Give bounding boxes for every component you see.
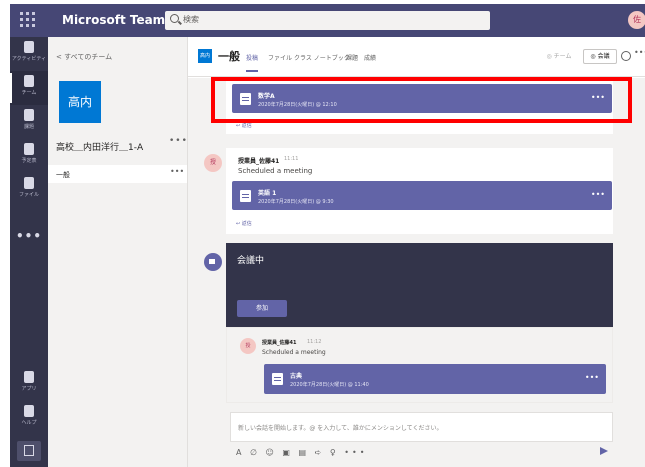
rail-item-label: 課題 — [23, 124, 34, 130]
teams-panel: < すべてのチーム 高内 高校＿内田洋行＿1-A ••• 一般 ••• — [48, 37, 188, 467]
feed-scrollbar[interactable] — [628, 78, 645, 467]
meeting-more-button[interactable]: ••• — [591, 190, 605, 199]
tab-assignments[interactable]: 課題 — [346, 53, 358, 62]
post-author: 授業員_佐藤41 — [238, 158, 280, 165]
rail-item-label: ヘルプ — [21, 420, 37, 426]
join-button[interactable]: 参加 — [237, 300, 287, 317]
search-icon — [170, 14, 179, 23]
channel-more-button[interactable]: ••• — [170, 167, 184, 176]
rail-item-label: 予定表 — [21, 158, 37, 164]
meeting-title: 古典 — [290, 373, 303, 380]
team-badge: 高内 — [198, 49, 212, 63]
rail-item-assignments[interactable]: 課題 — [10, 105, 48, 139]
compose-toolbar[interactable]: A ∅ ☺ ▣ ▤ ➪ ♀ ••• — [236, 448, 367, 457]
active-tab-indicator — [246, 70, 258, 72]
meeting-more-button[interactable]: ••• — [585, 373, 599, 382]
file-icon — [24, 177, 34, 189]
all-teams-link[interactable]: < すべてのチーム — [56, 52, 112, 62]
tab-posts[interactable]: 投稿 — [246, 53, 258, 62]
download-button[interactable] — [17, 441, 41, 461]
tab-class-notebook[interactable]: クラス ノートブック — [294, 53, 350, 62]
team-button[interactable]: ◎ チーム — [543, 50, 575, 64]
live-meeting-title: 会議中 — [237, 256, 265, 266]
search-input[interactable]: 検索 — [165, 11, 490, 30]
app-rail: アクティビティ チーム 課題 予定表 ファイル ••• アプリ ヘルプ — [10, 37, 48, 467]
rail-item-label: ファイル — [18, 192, 39, 198]
tab-grades[interactable]: 成績 — [364, 53, 376, 62]
info-icon[interactable] — [621, 51, 631, 61]
help-icon — [24, 405, 34, 417]
post-time: 11:11 — [284, 156, 299, 162]
rail-item-help[interactable]: ヘルプ — [10, 401, 48, 435]
meeting-time: 2020年7月28日(火曜日) @ 9:30 — [258, 199, 334, 205]
meeting-title: 英語 1 — [258, 190, 277, 197]
bell-icon — [24, 41, 34, 53]
calendar-icon — [24, 143, 34, 155]
channel-item-general[interactable]: 一般 ••• — [48, 165, 187, 183]
assignment-icon — [24, 109, 34, 121]
rail-item-label: アクティビティ — [11, 56, 47, 62]
more-apps-button[interactable]: ••• — [10, 229, 48, 243]
rail-item-activity[interactable]: アクティビティ — [10, 37, 48, 71]
avatar[interactable]: 授 — [204, 154, 222, 172]
compose-box[interactable]: 新しい会話を開始します。@ を入力して、誰かにメンションしてください。 — [230, 412, 613, 442]
search-placeholder: 検索 — [183, 15, 199, 24]
video-icon — [204, 253, 222, 271]
channel-label: 一般 — [56, 171, 70, 179]
meeting-time: 2020年7月28日(火曜日) @ 11:40 — [290, 382, 369, 388]
rail-item-label: チーム — [21, 90, 37, 96]
channel-header: 高内 一般 投稿 ファイル クラス ノートブック 課題 成績 ◎ チーム ◎ 会… — [188, 37, 645, 77]
calendar-icon — [240, 190, 251, 202]
calendar-icon — [272, 373, 283, 385]
meet-now-button[interactable]: ◎ 会議 — [583, 49, 617, 64]
team-name: 高校＿内田洋行＿1-A — [56, 143, 144, 153]
teams-window: Microsoft Teams 検索 佐 アクティビティ チーム 課題 予定表 … — [0, 0, 645, 467]
app-launcher-icon[interactable] — [20, 12, 36, 28]
user-avatar[interactable]: 佐 — [628, 11, 645, 29]
highlight-box — [211, 77, 632, 123]
meeting-card[interactable]: 古典 2020年7月28日(火曜日) @ 11:40 ••• — [264, 364, 606, 394]
tab-files[interactable]: ファイル — [268, 53, 292, 62]
title-bar: Microsoft Teams 検索 佐 — [10, 4, 645, 37]
rail-item-files[interactable]: ファイル — [10, 173, 48, 207]
post-author: 授業員_佐藤41 — [262, 340, 297, 346]
download-icon — [24, 445, 34, 456]
compose-placeholder: 新しい会話を開始します。@ を入力して、誰かにメンションしてください。 — [238, 425, 443, 432]
rail-item-teams[interactable]: チーム — [10, 71, 48, 105]
post-message: Scheduled a meeting — [238, 167, 313, 175]
rail-item-label: アプリ — [21, 386, 37, 392]
team-avatar: 高内 — [59, 81, 101, 123]
send-icon[interactable] — [600, 447, 608, 455]
header-more-button[interactable]: ••• — [634, 48, 645, 57]
post-time: 11:12 — [307, 339, 322, 345]
teams-icon — [24, 75, 34, 87]
reply-link[interactable]: ↩ 返信 — [236, 220, 252, 227]
team-more-button[interactable]: ••• — [169, 136, 188, 146]
rail-item-apps[interactable]: アプリ — [10, 367, 48, 401]
post-message: Scheduled a meeting — [262, 349, 326, 356]
channel-title: 一般 — [218, 50, 240, 63]
avatar[interactable]: 授 — [240, 338, 256, 354]
meeting-card[interactable]: 英語 1 2020年7月28日(火曜日) @ 9:30 ••• — [232, 181, 612, 210]
rail-item-calendar[interactable]: 予定表 — [10, 139, 48, 173]
apps-icon — [24, 371, 34, 383]
reply-link[interactable]: ↩ 返信 — [236, 122, 252, 129]
app-title: Microsoft Teams — [62, 13, 173, 27]
